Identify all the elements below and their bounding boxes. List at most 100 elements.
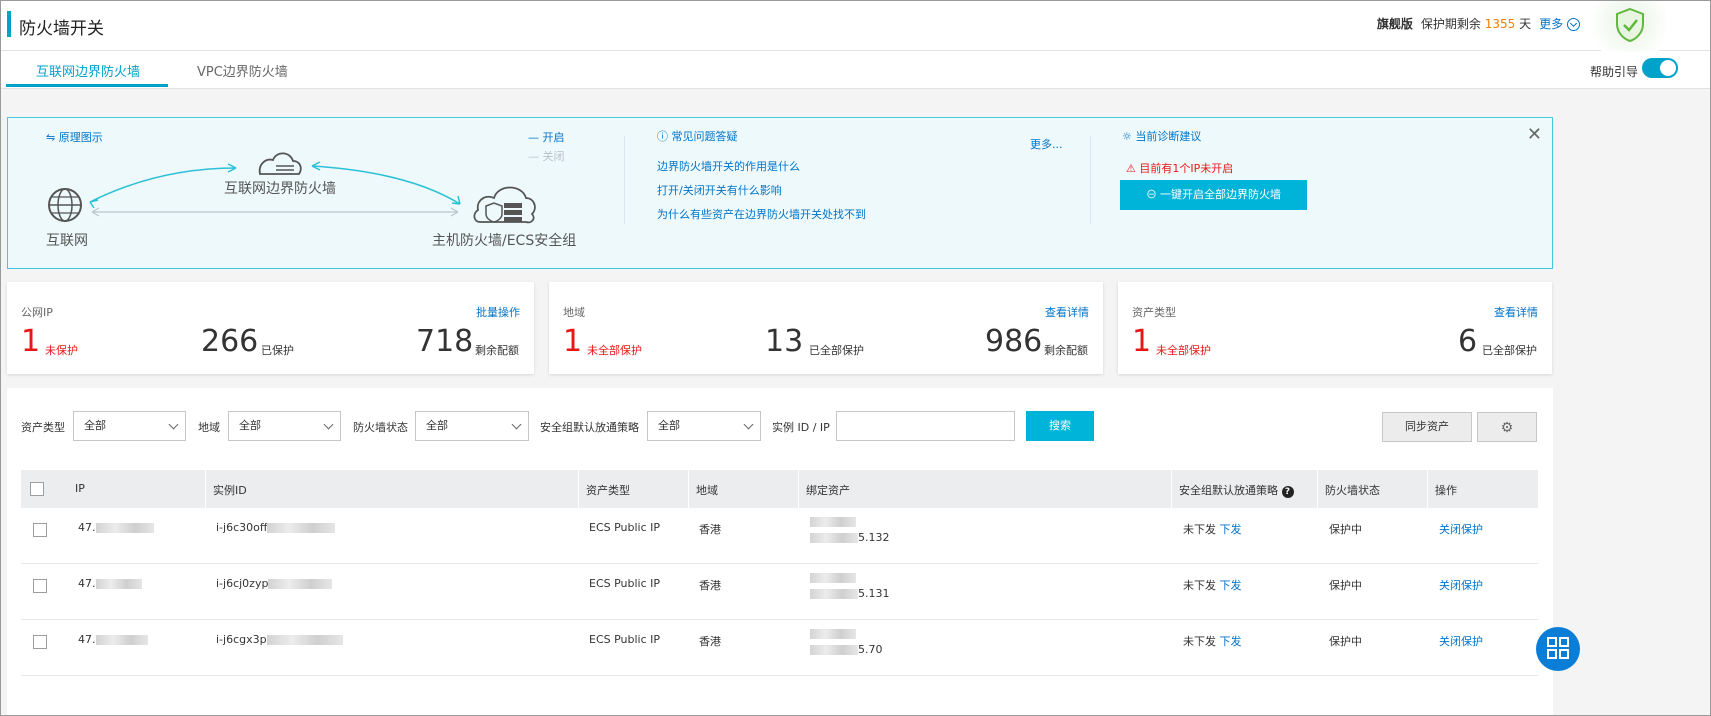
faq-item[interactable]: 为什么有些资产在边界防火墙开关处找不到 — [657, 206, 866, 222]
protection-days: 1355 — [1484, 17, 1516, 31]
help-guide-toggle[interactable] — [1642, 58, 1678, 78]
faq-title: ⓘ 常见问题答疑 — [657, 130, 738, 143]
sg-policy-select[interactable]: 全部 — [647, 411, 761, 441]
asset-type-cell: ECS Public IP — [589, 577, 661, 590]
ip-cell: 47. — [78, 577, 142, 590]
stat-label: 已全部保护 — [809, 344, 864, 357]
select-all-checkbox[interactable] — [30, 482, 44, 496]
help-circle-icon[interactable]: ? — [1281, 486, 1294, 498]
question-circle-icon: ⓘ — [657, 130, 668, 143]
instance-id-cell: i-j6cgx3p — [216, 633, 343, 646]
region-cell: 香港 — [699, 579, 721, 592]
redacted-text — [810, 629, 856, 639]
filter-label: 资产类型 — [21, 421, 65, 434]
batch-operation-link[interactable]: 批量操作 — [476, 304, 520, 320]
sync-assets-button[interactable]: 同步资产 — [1382, 412, 1472, 442]
redacted-text — [810, 589, 858, 599]
active-tab-indicator — [6, 84, 168, 87]
row-checkbox[interactable] — [33, 579, 47, 593]
faq-item[interactable]: 打开/关闭开关有什么影响 — [657, 182, 782, 198]
disable-protection-link[interactable]: 关闭保护 — [1439, 633, 1483, 649]
view-details-link[interactable]: 查看详情 — [1045, 304, 1089, 320]
filter-label: 防火墙状态 — [353, 421, 408, 434]
chevron-down-icon — [511, 419, 522, 430]
stat-label: 未保护 — [45, 344, 78, 357]
sg-policy-cell: 未下发 下发 — [1183, 635, 1242, 648]
search-button[interactable]: 搜索 — [1026, 411, 1094, 441]
app-grid-button[interactable] — [1536, 627, 1580, 671]
fw-status-cell: 保护中 — [1329, 579, 1362, 592]
fw-status-cell: 保护中 — [1329, 523, 1362, 536]
sg-policy-cell: 未下发 下发 — [1183, 523, 1242, 536]
shield-check-icon — [1616, 7, 1644, 43]
divider — [624, 136, 625, 224]
instance-id-cell: i-j6c30off — [216, 521, 336, 534]
redacted-text — [810, 533, 858, 543]
globe-icon — [48, 188, 82, 222]
view-details-link[interactable]: 查看详情 — [1494, 304, 1538, 320]
disable-protection-link[interactable]: 关闭保护 — [1439, 577, 1483, 593]
chevron-down-icon — [1567, 18, 1580, 31]
filter-label: 地域 — [198, 421, 220, 434]
node-internet-label: 互联网 — [46, 233, 88, 249]
info-banner: ⇋ 原理图示 — 开启 — 关闭 互联网 互联网边界防火墙 主机防火墙/ECS安… — [7, 117, 1553, 269]
firewall-status-select[interactable]: 全部 — [415, 411, 529, 441]
enable-all-border-fw-button[interactable]: ⊖ 一键开启全部边界防火墙 — [1120, 180, 1307, 210]
deploy-policy-link[interactable]: 下发 — [1220, 635, 1242, 648]
region-cell: 香港 — [699, 523, 721, 536]
table-row: 47. i-j6c30off ECS Public IP 香港 5.132 未下… — [21, 508, 1538, 564]
node-host-fw-label: 主机防火墙/ECS安全组 — [432, 233, 577, 249]
redacted-text — [95, 523, 154, 533]
stat-value: 13 — [765, 324, 804, 359]
stat-label: 剩余配额 — [1044, 344, 1088, 357]
bound-asset-cell: 5.131 — [810, 570, 890, 602]
redacted-text — [810, 645, 858, 655]
asset-type-cell: ECS Public IP — [589, 633, 661, 646]
column-divider — [688, 470, 689, 508]
asset-type-select[interactable]: 全部 — [73, 411, 186, 441]
filter-label: 实例 ID / IP — [772, 421, 830, 434]
row-checkbox[interactable] — [33, 635, 47, 649]
table-header: IP 实例ID 资产类型 地域 绑定资产 安全组默认放通策略 ? 防火墙状态 操… — [21, 470, 1538, 508]
region-select[interactable]: 全部 — [228, 411, 341, 441]
title-accent-bar — [7, 11, 11, 37]
arrow-circle-icon: ⊖ — [1145, 189, 1157, 201]
column-divider — [1171, 470, 1172, 508]
stat-card-public-ip: 公网IP 批量操作 1 未保护 266 已保护 718 剩余配额 — [7, 282, 534, 374]
app-frame: 防火墙开关 旗舰版 保护期剩余 1355 天 更多 互联网边界防火墙 VPC边界… — [0, 0, 1711, 716]
instance-ip-input[interactable] — [836, 411, 1015, 441]
table-row: 47. i-j6cgx3p ECS Public IP 香港 5.70 未下发 … — [21, 620, 1538, 676]
redacted-text — [266, 635, 343, 645]
stat-value: 718 — [416, 324, 474, 359]
column-divider — [205, 470, 206, 508]
chevron-down-icon — [743, 419, 754, 430]
stat-value: 1 — [1132, 324, 1152, 359]
deploy-policy-link[interactable]: 下发 — [1220, 523, 1242, 536]
cloud-server-icon — [473, 186, 536, 224]
close-icon[interactable]: ✕ — [1527, 124, 1542, 145]
faq-item[interactable]: 边界防火墙开关的作用是什么 — [657, 158, 800, 174]
divider — [1090, 136, 1091, 224]
disable-protection-link[interactable]: 关闭保护 — [1439, 521, 1483, 537]
node-border-fw-label: 互联网边界防火墙 — [224, 181, 336, 197]
stat-value: 986 — [985, 324, 1043, 359]
tab-internet-border[interactable]: 互联网边界防火墙 — [36, 61, 140, 80]
fw-status-cell: 保护中 — [1329, 635, 1362, 648]
column-header: 实例ID — [213, 484, 247, 497]
stat-label: 已全部保护 — [1482, 344, 1537, 357]
row-checkbox[interactable] — [33, 523, 47, 537]
more-link[interactable]: 更多 — [1539, 15, 1580, 32]
redacted-text — [810, 573, 856, 583]
ip-cell: 47. — [78, 521, 154, 534]
region-cell: 香港 — [699, 635, 721, 648]
gear-icon[interactable]: ⚙ — [1477, 412, 1537, 442]
help-guide-label: 帮助引导 — [1589, 65, 1638, 79]
tab-vpc-border[interactable]: VPC边界防火墙 — [197, 61, 288, 80]
faq-more-link[interactable]: 更多... — [1030, 136, 1063, 152]
column-divider — [1427, 470, 1428, 508]
stat-value: 266 — [201, 324, 259, 359]
diagnosis-title: ☼ 当前诊断建议 — [1122, 130, 1202, 143]
sg-policy-cell: 未下发 下发 — [1183, 579, 1242, 592]
grid-icon — [1547, 637, 1569, 659]
deploy-policy-link[interactable]: 下发 — [1220, 579, 1242, 592]
